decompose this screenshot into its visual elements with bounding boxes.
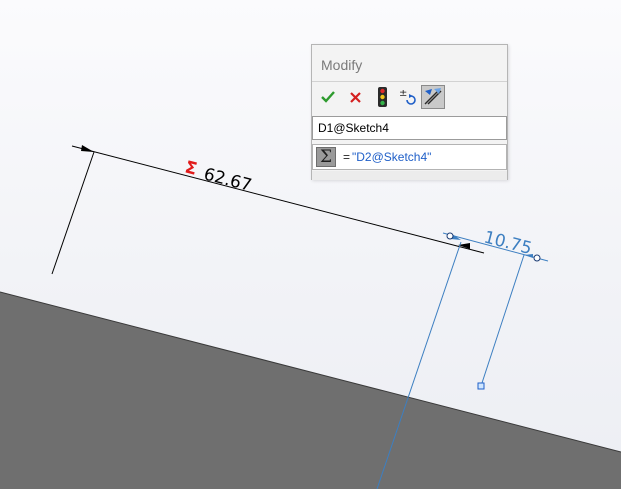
endpoint-handle-right[interactable] [533,254,541,262]
rebuild-button[interactable] [370,85,394,109]
traffic-light-icon [377,87,387,107]
graphics-viewport[interactable]: Σ 62.67 10.75 Modify ± D1@Sketch4 Σ = "D… [0,0,621,489]
check-icon [321,91,335,103]
cancel-button[interactable] [343,85,367,109]
mark-dimension-icon [424,88,442,105]
plus-minus-arrow-icon: ± [399,88,416,105]
mark-for-drawing-button[interactable] [421,85,445,109]
dimension-value-62[interactable]: 62.67 [202,164,254,196]
arrow-left-icon [81,145,94,152]
endpoint-handle-left[interactable] [446,232,454,240]
extension-line-left [51,151,95,275]
model-face [0,292,621,489]
extension-line-blue [480,254,525,387]
equation-value[interactable]: "D2@Sketch4" [352,150,431,164]
equation-prefix: = [343,150,351,164]
equation-field[interactable]: Σ = "D2@Sketch4" [312,144,507,170]
svg-text:±: ± [399,88,407,99]
sketch-point-handle[interactable] [477,382,485,390]
modify-dialog: Modify ± D1@Sketch4 Σ = "D2@Sketch4" [311,44,508,180]
dialog-title: Modify [321,57,363,73]
dimension-value-10[interactable]: 10.75 [482,227,534,259]
x-icon [349,91,361,103]
dialog-footer [312,171,507,180]
sigma-button[interactable]: Σ [316,147,336,167]
title-separator [312,81,507,82]
equation-symbol: Σ [183,157,199,179]
reverse-dimension-button[interactable]: ± [396,85,420,109]
ok-button[interactable] [316,85,340,109]
dimension-name-field[interactable]: D1@Sketch4 [312,116,507,140]
